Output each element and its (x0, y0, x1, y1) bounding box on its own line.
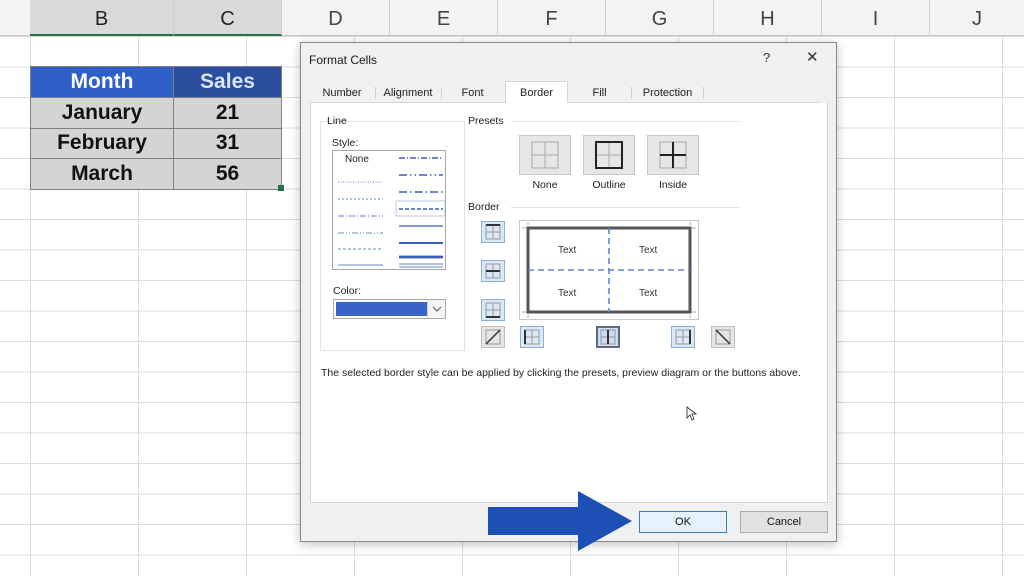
border-left-icon (524, 329, 540, 345)
tab-border[interactable]: Border (505, 81, 568, 104)
preset-inside-icon (659, 141, 687, 169)
sales-cell[interactable]: 21 (173, 97, 282, 129)
color-dropdown[interactable] (333, 299, 446, 319)
column-header-d[interactable]: D (282, 0, 390, 36)
ok-button[interactable]: OK (639, 511, 727, 533)
tab-divider (441, 87, 442, 99)
format-cells-dialog: Format Cells ? ✕ Number Alignment Font B… (300, 42, 837, 542)
border-preview[interactable]: Text Text Text Text (519, 220, 699, 320)
border-middle-horizontal-button[interactable] (481, 260, 505, 282)
border-separator (511, 207, 739, 208)
column-header-g[interactable]: G (606, 0, 714, 36)
column-header-e[interactable]: E (390, 0, 498, 36)
preset-none-label: None (532, 179, 558, 191)
tab-protection[interactable]: Protection (635, 85, 700, 103)
month-header-cell[interactable]: Month (30, 66, 174, 98)
border-right-icon (675, 329, 691, 345)
table-row: February 31 (30, 127, 282, 159)
preset-none-button[interactable] (519, 135, 571, 175)
preset-inside-button[interactable] (647, 135, 699, 175)
preset-outline-button[interactable] (583, 135, 635, 175)
column-header-h[interactable]: H (714, 0, 822, 36)
column-header-bar: B C D E F G H I J (0, 0, 1024, 36)
border-top-icon (485, 224, 501, 240)
dialog-title: Format Cells (309, 53, 378, 67)
preset-inside-label: Inside (658, 179, 688, 191)
sales-table: Month Sales January 21 February 31 March… (30, 66, 282, 190)
tab-divider (703, 87, 704, 99)
cancel-button[interactable]: Cancel (740, 511, 828, 533)
close-icon[interactable]: ✕ (806, 48, 819, 66)
color-label: Color: (333, 285, 362, 297)
diagonal-up-icon (485, 329, 501, 345)
border-tab-panel: Line Style: None Color: Presets None Out… (310, 103, 828, 503)
presets-label: Presets (468, 115, 504, 127)
month-cell[interactable]: March (30, 158, 174, 190)
border-diagonal-up-button[interactable] (481, 326, 505, 348)
preview-text-top-left: Text (558, 245, 577, 256)
month-cell[interactable]: January (30, 97, 174, 129)
tab-number[interactable]: Number (312, 85, 372, 103)
preset-none-icon (531, 141, 559, 169)
column-header-j[interactable]: J (930, 0, 1024, 36)
column-header-c[interactable]: C (174, 0, 282, 36)
presets-separator (511, 121, 739, 122)
table-row: January 21 (30, 97, 282, 129)
color-swatch (336, 302, 427, 316)
column-header-f[interactable]: F (498, 0, 606, 36)
sales-header-cell[interactable]: Sales (173, 66, 282, 98)
mouse-pointer-icon (686, 406, 698, 421)
border-preview-lines (522, 222, 696, 318)
style-label: Style: (332, 137, 359, 149)
table-row: March 56 (30, 158, 282, 190)
border-right-button[interactable] (671, 326, 695, 348)
line-style-samples[interactable] (333, 151, 445, 269)
border-diagonal-down-button[interactable] (711, 326, 735, 348)
tab-strip: Number Alignment Font Border Fill Protec… (310, 81, 820, 104)
table-header-row: Month Sales (30, 66, 282, 98)
border-hint-text: The selected border style can be applied… (321, 367, 801, 379)
preset-outline-label: Outline (592, 179, 626, 191)
border-middle-vertical-button[interactable] (596, 326, 620, 348)
border-vertical-icon (600, 329, 616, 345)
tab-font[interactable]: Font (445, 85, 500, 103)
tab-alignment[interactable]: Alignment (378, 85, 438, 103)
tab-fill[interactable]: Fill (572, 85, 627, 103)
border-top-button[interactable] (481, 221, 505, 243)
border-horizontal-icon (485, 263, 501, 279)
preview-text-bottom-left: Text (558, 288, 577, 299)
help-button[interactable]: ? (763, 50, 770, 65)
preview-text-bottom-right: Text (639, 288, 658, 299)
annotation-arrow-icon (488, 491, 632, 551)
column-header-i[interactable]: I (822, 0, 930, 36)
selection-fill-handle[interactable] (278, 185, 284, 191)
border-label: Border (468, 201, 500, 213)
border-bottom-icon (485, 302, 501, 318)
sales-cell[interactable]: 31 (173, 127, 282, 159)
tab-divider (375, 87, 376, 99)
sales-cell[interactable]: 56 (173, 158, 282, 190)
preset-outline-icon (595, 141, 623, 169)
month-cell[interactable]: February (30, 127, 174, 159)
column-header-b[interactable]: B (30, 0, 174, 36)
preview-text-top-right: Text (639, 245, 658, 256)
border-bottom-button[interactable] (481, 299, 505, 321)
line-group-label: Line (327, 115, 347, 127)
chevron-down-icon[interactable] (427, 300, 445, 318)
tab-divider (631, 87, 632, 99)
diagonal-down-icon (715, 329, 731, 345)
border-left-button[interactable] (520, 326, 544, 348)
line-style-list[interactable]: None (332, 150, 446, 270)
